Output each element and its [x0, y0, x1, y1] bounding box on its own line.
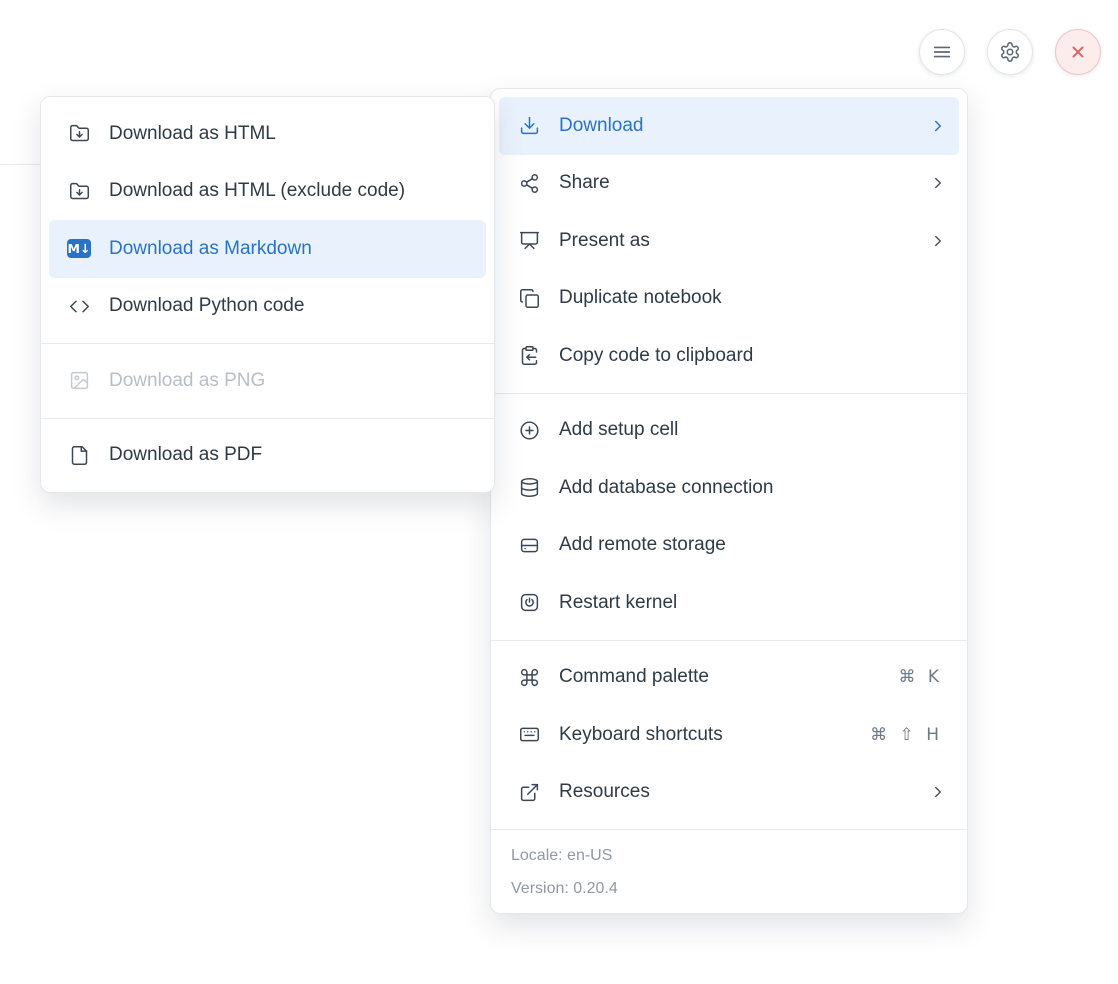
database-icon: [517, 476, 541, 500]
menu-item-duplicate-notebook[interactable]: Duplicate notebook: [499, 270, 959, 328]
submenu-item-download-html[interactable]: Download as HTML: [49, 105, 486, 163]
markdown-icon: M↓: [67, 237, 91, 261]
menu-item-label: Command palette: [559, 666, 880, 688]
menu-item-label: Resources: [559, 781, 911, 803]
menu-item-copy-code[interactable]: Copy code to clipboard: [499, 327, 959, 385]
chevron-right-icon: [929, 117, 947, 135]
submenu-item-download-html-exclude-code[interactable]: Download as HTML (exclude code): [49, 163, 486, 221]
menu-item-label: Add database connection: [559, 477, 947, 499]
menu-item-keyboard-shortcuts[interactable]: Keyboard shortcuts ⌘ ⇧ H: [499, 706, 959, 764]
menu-item-label: Restart kernel: [559, 592, 947, 614]
external-link-icon: [517, 780, 541, 804]
command-icon: [517, 665, 541, 689]
submenu-item-download-markdown[interactable]: M↓ Download as Markdown: [49, 220, 486, 278]
hard-drive-icon: [517, 533, 541, 557]
menu-item-command-palette[interactable]: Command palette ⌘ K: [499, 649, 959, 707]
menu-button[interactable]: [919, 29, 965, 75]
image-icon: [67, 369, 91, 393]
menu-item-resources[interactable]: Resources: [499, 764, 959, 822]
page-divider: [0, 164, 42, 165]
chevron-right-icon: [929, 232, 947, 250]
keyboard-icon: [517, 723, 541, 747]
presentation-icon: [517, 229, 541, 253]
menu-item-restart-kernel[interactable]: Restart kernel: [499, 574, 959, 632]
locale-text: Locale: en-US: [511, 839, 947, 872]
power-icon: [517, 591, 541, 615]
submenu-item-download-png: Download as PNG: [49, 352, 486, 410]
menu-item-label: Download as PDF: [109, 444, 474, 466]
download-icon: [517, 114, 541, 138]
plus-circle-icon: [517, 418, 541, 442]
menu-item-label: Add setup cell: [559, 419, 947, 441]
menu-item-add-remote-storage[interactable]: Add remote storage: [499, 517, 959, 575]
notebook-actions-menu: Download Share Present as Duplicate note…: [490, 88, 968, 914]
gear-icon: [999, 41, 1021, 63]
settings-button[interactable]: [987, 29, 1033, 75]
menu-item-share[interactable]: Share: [499, 155, 959, 213]
submenu-item-download-python-code[interactable]: Download Python code: [49, 278, 486, 336]
menu-item-label: Present as: [559, 230, 911, 252]
menu-item-label: Duplicate notebook: [559, 287, 947, 309]
menu-divider: [491, 393, 967, 394]
shortcut-hint: ⌘ K: [898, 667, 947, 687]
menu-item-add-database-connection[interactable]: Add database connection: [499, 459, 959, 517]
menu-item-label: Download Python code: [109, 295, 474, 317]
menu-item-label: Download as PNG: [109, 370, 474, 392]
menu-item-label: Download: [559, 115, 911, 137]
chevron-right-icon: [929, 174, 947, 192]
menu-footer: Locale: en-US Version: 0.20.4: [491, 829, 967, 913]
menu-item-label: Download as HTML (exclude code): [109, 180, 474, 202]
chevron-right-icon: [929, 783, 947, 801]
hamburger-icon: [931, 41, 953, 63]
code-icon: [67, 294, 91, 318]
menu-divider: [41, 418, 494, 419]
submenu-item-download-pdf[interactable]: Download as PDF: [49, 427, 486, 485]
menu-item-label: Download as HTML: [109, 123, 474, 145]
menu-item-label: Share: [559, 172, 911, 194]
folder-download-icon: [67, 122, 91, 146]
folder-download-icon: [67, 179, 91, 203]
close-button[interactable]: [1055, 29, 1101, 75]
menu-item-label: Add remote storage: [559, 534, 947, 556]
shortcut-hint: ⌘ ⇧ H: [870, 725, 947, 745]
menu-item-download[interactable]: Download: [499, 97, 959, 155]
menu-divider: [491, 640, 967, 641]
download-submenu: Download as HTML Download as HTML (exclu…: [40, 96, 495, 493]
menu-item-label: Copy code to clipboard: [559, 345, 947, 367]
version-text: Version: 0.20.4: [511, 872, 947, 905]
menu-item-add-setup-cell[interactable]: Add setup cell: [499, 402, 959, 460]
duplicate-icon: [517, 286, 541, 310]
close-icon: [1067, 41, 1089, 63]
menu-divider: [41, 343, 494, 344]
file-icon: [67, 443, 91, 467]
clipboard-copy-icon: [517, 344, 541, 368]
share-icon: [517, 171, 541, 195]
menu-item-label: Download as Markdown: [109, 238, 474, 260]
menu-item-present-as[interactable]: Present as: [499, 212, 959, 270]
menu-item-label: Keyboard shortcuts: [559, 724, 852, 746]
